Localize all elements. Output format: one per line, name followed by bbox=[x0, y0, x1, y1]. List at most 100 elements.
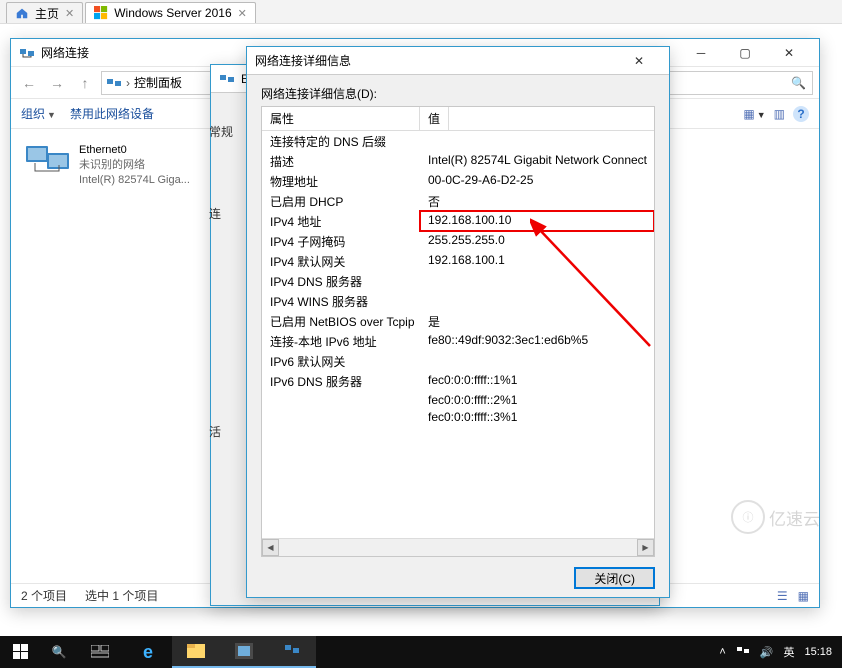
tray-chevron-icon[interactable]: ˄ bbox=[719, 646, 725, 658]
property-value: fec0:0:0:ffff::2%1 bbox=[420, 391, 654, 408]
property-value: 192.168.100.1 bbox=[420, 251, 654, 271]
forward-button[interactable]: → bbox=[45, 71, 69, 95]
property-value bbox=[420, 291, 654, 311]
table-row[interactable]: fec0:0:0:ffff::2%1 bbox=[262, 391, 654, 408]
taskbar-control-panel[interactable] bbox=[268, 636, 316, 668]
property-name: IPv4 地址 bbox=[262, 211, 420, 231]
property-value: fe80::49df:9032:3ec1:ed6b%5 bbox=[420, 331, 654, 351]
table-row[interactable]: 连接-本地 IPv6 地址fe80::49df:9032:3ec1:ed6b%5 bbox=[262, 331, 654, 351]
scroll-left-icon[interactable]: ◀ bbox=[262, 539, 279, 556]
property-name: IPv4 DNS 服务器 bbox=[262, 271, 420, 291]
taskbar-clock[interactable]: 15:18 bbox=[804, 646, 832, 658]
property-value: 192.168.100.10 bbox=[420, 211, 654, 231]
tray-volume-icon[interactable]: 🔊 bbox=[760, 646, 774, 659]
watermark-text: 亿速云 bbox=[769, 505, 820, 530]
property-name: 已启用 DHCP bbox=[262, 191, 420, 211]
tab-ws-label: Windows Server 2016 bbox=[114, 6, 231, 20]
table-row[interactable]: 已启用 NetBIOS over Tcpip是 bbox=[262, 311, 654, 331]
property-name: IPv4 WINS 服务器 bbox=[262, 291, 420, 311]
table-row[interactable]: fec0:0:0:ffff::3%1 bbox=[262, 408, 654, 425]
table-row[interactable]: 已启用 DHCP否 bbox=[262, 191, 654, 211]
taskbar-explorer[interactable] bbox=[172, 636, 220, 668]
up-button[interactable]: ↑ bbox=[73, 71, 97, 95]
table-row[interactable]: IPv4 子网掩码255.255.255.0 bbox=[262, 231, 654, 251]
table-row[interactable]: 描述Intel(R) 82574L Gigabit Network Connec… bbox=[262, 151, 654, 171]
property-value bbox=[420, 131, 654, 151]
table-row[interactable]: IPv4 WINS 服务器 bbox=[262, 291, 654, 311]
taskbar-ie[interactable]: e bbox=[124, 636, 172, 668]
table-row[interactable]: IPv4 DNS 服务器 bbox=[262, 271, 654, 291]
item-count: 2 个项目 bbox=[21, 587, 67, 604]
detail-label: 网络连接详细信息(D): bbox=[261, 85, 655, 102]
header-property[interactable]: 属性 bbox=[262, 107, 420, 130]
close-button[interactable]: ✕ bbox=[767, 39, 811, 66]
table-header: 属性 值 bbox=[262, 107, 654, 131]
property-name: IPv4 默认网关 bbox=[262, 251, 420, 271]
property-value bbox=[420, 351, 654, 371]
property-value: Intel(R) 82574L Gigabit Network Connect bbox=[420, 151, 654, 171]
scroll-right-icon[interactable]: ▶ bbox=[637, 539, 654, 556]
view-icon[interactable]: ▦▼ bbox=[743, 107, 765, 121]
network-details-dialog: 网络连接详细信息 ✕ 网络连接详细信息(D): 属性 值 连接特定的 DNS 后… bbox=[246, 46, 670, 598]
maximize-button[interactable]: ▢ bbox=[723, 39, 767, 66]
detail-close-button[interactable]: 关闭(C) bbox=[574, 567, 655, 589]
tab-general[interactable]: 常规 bbox=[209, 123, 233, 140]
property-value: 255.255.255.0 bbox=[420, 231, 654, 251]
breadcrumb-text: 控制面板 bbox=[134, 74, 182, 91]
help-icon[interactable]: ? bbox=[793, 106, 809, 122]
adapter-item[interactable]: Ethernet0 未识别的网络 Intel(R) 82574L Giga... bbox=[21, 139, 201, 192]
table-row[interactable]: IPv6 DNS 服务器fec0:0:0:ffff::1%1 bbox=[262, 371, 654, 391]
close-icon[interactable]: ✕ bbox=[238, 7, 247, 20]
watermark: ⓘ 亿速云 bbox=[731, 500, 820, 534]
disable-device-button[interactable]: 禁用此网络设备 bbox=[70, 105, 154, 122]
label-activity: 活 bbox=[209, 423, 221, 440]
taskbar-server-manager[interactable] bbox=[220, 636, 268, 668]
tab-ws2016[interactable]: Windows Server 2016 ✕ bbox=[85, 2, 256, 23]
icons-view-icon[interactable]: ▦ bbox=[798, 589, 809, 603]
tray-network-icon[interactable] bbox=[736, 644, 750, 661]
ime-indicator[interactable]: 英 bbox=[783, 644, 794, 660]
horizontal-scrollbar[interactable]: ◀ ▶ bbox=[262, 538, 654, 556]
tab-home-label: 主页 bbox=[35, 5, 59, 22]
start-button[interactable] bbox=[0, 636, 42, 668]
table-row[interactable]: 连接特定的 DNS 后缀 bbox=[262, 131, 654, 151]
watermark-icon: ⓘ bbox=[731, 500, 765, 534]
selected-count: 选中 1 个项目 bbox=[85, 587, 158, 604]
task-view-button[interactable] bbox=[76, 636, 124, 668]
table-row[interactable]: 物理地址00-0C-29-A6-D2-25 bbox=[262, 171, 654, 191]
property-value: fec0:0:0:ffff::1%1 bbox=[420, 371, 654, 391]
property-name: IPv6 DNS 服务器 bbox=[262, 371, 420, 391]
close-icon[interactable]: ✕ bbox=[65, 7, 74, 20]
network-icon bbox=[106, 75, 122, 91]
table-row[interactable]: IPv4 地址192.168.100.10 bbox=[262, 211, 654, 231]
network-icon bbox=[219, 71, 235, 87]
property-value: 否 bbox=[420, 191, 654, 211]
organize-button[interactable]: 组织▼ bbox=[21, 105, 56, 122]
details-table: 属性 值 连接特定的 DNS 后缀描述Intel(R) 82574L Gigab… bbox=[261, 106, 655, 557]
property-value bbox=[420, 271, 654, 291]
tab-home[interactable]: 主页 ✕ bbox=[6, 2, 83, 23]
preview-icon[interactable]: ▥ bbox=[774, 107, 785, 121]
label-connection: 连 bbox=[209, 205, 221, 222]
system-tray: ˄ 🔊 英 15:18 bbox=[719, 644, 842, 661]
browser-tab-strip: 主页 ✕ Windows Server 2016 ✕ bbox=[0, 0, 842, 24]
close-button[interactable]: ✕ bbox=[617, 47, 661, 74]
property-name: 物理地址 bbox=[262, 171, 420, 191]
adapter-desc: Intel(R) 82574L Giga... bbox=[79, 173, 190, 188]
taskbar: 🔍 e ˄ 🔊 英 15:18 bbox=[0, 636, 842, 668]
search-icon: 🔍 bbox=[791, 76, 806, 90]
table-row[interactable]: IPv6 默认网关 bbox=[262, 351, 654, 371]
property-value: 00-0C-29-A6-D2-25 bbox=[420, 171, 654, 191]
taskbar-search-icon[interactable]: 🔍 bbox=[42, 636, 76, 668]
network-icon bbox=[19, 45, 35, 61]
property-name: 描述 bbox=[262, 151, 420, 171]
adapter-name: Ethernet0 bbox=[79, 143, 190, 158]
property-name bbox=[262, 391, 420, 408]
property-value: fec0:0:0:ffff::3%1 bbox=[420, 408, 654, 425]
table-row[interactable]: IPv4 默认网关192.168.100.1 bbox=[262, 251, 654, 271]
details-view-icon[interactable]: ☰ bbox=[777, 589, 788, 603]
minimize-button[interactable]: ─ bbox=[679, 39, 723, 66]
home-icon bbox=[15, 6, 29, 20]
back-button[interactable]: ← bbox=[17, 71, 41, 95]
header-value[interactable]: 值 bbox=[420, 107, 449, 130]
